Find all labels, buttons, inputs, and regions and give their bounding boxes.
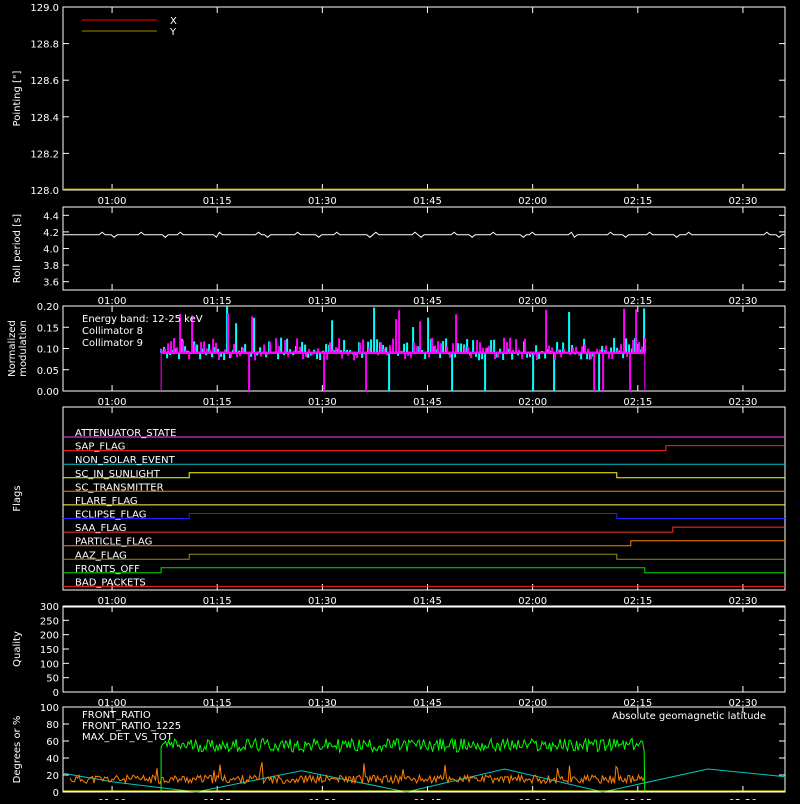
x-tick-label: 01:30 (308, 596, 337, 607)
y-tick-label: 0.00 (37, 387, 59, 398)
y-tick-label: 4.0 (43, 245, 59, 256)
y-tick-label: 20 (46, 771, 59, 782)
x-tick-label: 01:45 (413, 196, 442, 207)
y-tick-label: 150 (40, 645, 59, 656)
x-tick-label: 02:15 (623, 296, 652, 307)
y-tick-label: 40 (46, 754, 59, 765)
x-tick-label: 02:00 (518, 296, 547, 307)
y-tick-label: 200 (40, 631, 59, 642)
y-tick-label: 0.10 (37, 345, 59, 356)
y-tick-label: 128.6 (30, 76, 59, 87)
x-tick-label: 02:30 (729, 196, 758, 207)
annotation-geomagnetic-latitude: Absolute geomagnetic latitude (612, 711, 766, 722)
x-tick-label: 02:15 (623, 196, 652, 207)
flag-label-sc-in-sunlight: SC_IN_SUNLIGHT (75, 469, 161, 480)
panel-2-ylabel: Roll period [s] (12, 214, 23, 283)
annotation-energy-band: Energy band: 12-25 keV (82, 314, 203, 325)
y-tick-label: 128.4 (30, 113, 59, 124)
y-tick-label: 100 (40, 703, 59, 714)
x-tick-label: 01:00 (98, 296, 127, 307)
y-tick-label: 60 (46, 737, 59, 748)
panel-1-ylabel: Pointing ["] (12, 70, 23, 126)
flag-label-non-solar-event: NON_SOLAR_EVENT (75, 455, 176, 466)
legend-label-x: X (170, 16, 177, 27)
flag-label-eclipse-flag: ECLIPSE_FLAG (75, 510, 146, 521)
x-tick-label: 01:45 (413, 397, 442, 408)
flag-label-saa-flag: SAA_FLAG (75, 523, 126, 534)
x-tick-label: 02:00 (518, 596, 547, 607)
legend-label-collimator: Collimator 9 (82, 338, 143, 349)
y-tick-label: 50 (46, 674, 59, 685)
panel-3-ylabel: modulation (18, 320, 29, 377)
summary-plot-canvas: 01:00 01:15 01:30 01:45 02:00 02:15 02:30 128.0… (0, 0, 800, 804)
legend-label-collimator: Collimator 8 (82, 326, 143, 337)
x-tick-label: 02:30 (729, 296, 758, 307)
y-tick-label: 4.4 (43, 211, 59, 222)
y-tick-label: 0.05 (37, 366, 59, 377)
x-tick-label: 01:30 (308, 397, 337, 408)
legend-label-front-ratio-1225: FRONT_RATIO_1225 (82, 721, 181, 732)
x-tick-label: 01:30 (308, 196, 337, 207)
x-tick-label: 01:15 (203, 397, 232, 408)
flag-label-particle-flag: PARTICLE_FLAG (75, 537, 152, 548)
panel-4-ylabel: Flags (12, 485, 23, 511)
y-tick-label: 0.15 (37, 323, 59, 334)
flag-label-fronts-off: FRONTS_OFF (75, 564, 140, 575)
x-tick-label: 01:15 (203, 296, 232, 307)
y-tick-label: 0 (53, 688, 59, 699)
x-tick-label: 01:00 (98, 196, 127, 207)
y-tick-label: 100 (40, 659, 59, 670)
panel-5-ylabel: Quality (12, 631, 23, 667)
flag-label-flare-flag: FLARE_FLAG (75, 496, 138, 507)
x-tick-label: 01:15 (203, 596, 232, 607)
legend-label-max-det-vs-tot: MAX_DET_VS_TOT (82, 732, 174, 743)
x-tick-label: 02:15 (623, 397, 652, 408)
x-tick-label: 01:00 (98, 397, 127, 408)
x-tick-label: 01:45 (413, 596, 442, 607)
panel-3-ylabel: Normalized (7, 320, 18, 377)
x-tick-label: 02:15 (623, 596, 652, 607)
flag-label-sap-flag: SAP_FLAG (75, 442, 125, 453)
flag-label-attenuator-state: ATTENUATOR_STATE (75, 428, 176, 439)
y-tick-label: 129.0 (30, 3, 59, 14)
y-tick-label: 128.0 (30, 186, 59, 197)
x-tick-label: 01:30 (308, 296, 337, 307)
y-tick-label: 0.20 (37, 302, 59, 313)
x-tick-label: 02:00 (518, 196, 547, 207)
x-tick-label: 02:30 (729, 397, 758, 408)
y-tick-label: 128.8 (30, 40, 59, 51)
legend-label-front-ratio: FRONT_RATIO (82, 710, 151, 721)
y-tick-label: 128.2 (30, 149, 59, 160)
y-tick-label: 3.8 (43, 261, 59, 272)
y-tick-label: 300 (40, 602, 59, 613)
y-tick-label: 4.2 (43, 228, 59, 239)
x-tick-label: 02:30 (729, 596, 758, 607)
flag-label-sc-transmitter: SC_TRANSMITTER (75, 482, 164, 493)
y-tick-label: 80 (46, 720, 59, 731)
summary-plot: 01:00 01:15 01:30 01:45 02:00 02:15 02:30 128.0… (0, 0, 800, 804)
x-tick-label: 02:00 (518, 397, 547, 408)
x-tick-label: 01:45 (413, 296, 442, 307)
x-tick-label: 01:00 (98, 596, 127, 607)
legend-label-y: Y (169, 27, 177, 38)
y-tick-label: 3.6 (43, 278, 59, 289)
flag-label-bad-packets: BAD_PACKETS (75, 577, 146, 588)
y-tick-label: 250 (40, 616, 59, 627)
flag-label-aaz-flag: AAZ_FLAG (75, 550, 127, 561)
y-tick-label: 0 (53, 788, 59, 799)
x-tick-label: 01:15 (203, 196, 232, 207)
panel-6-ylabel: Degrees or % (12, 716, 23, 784)
